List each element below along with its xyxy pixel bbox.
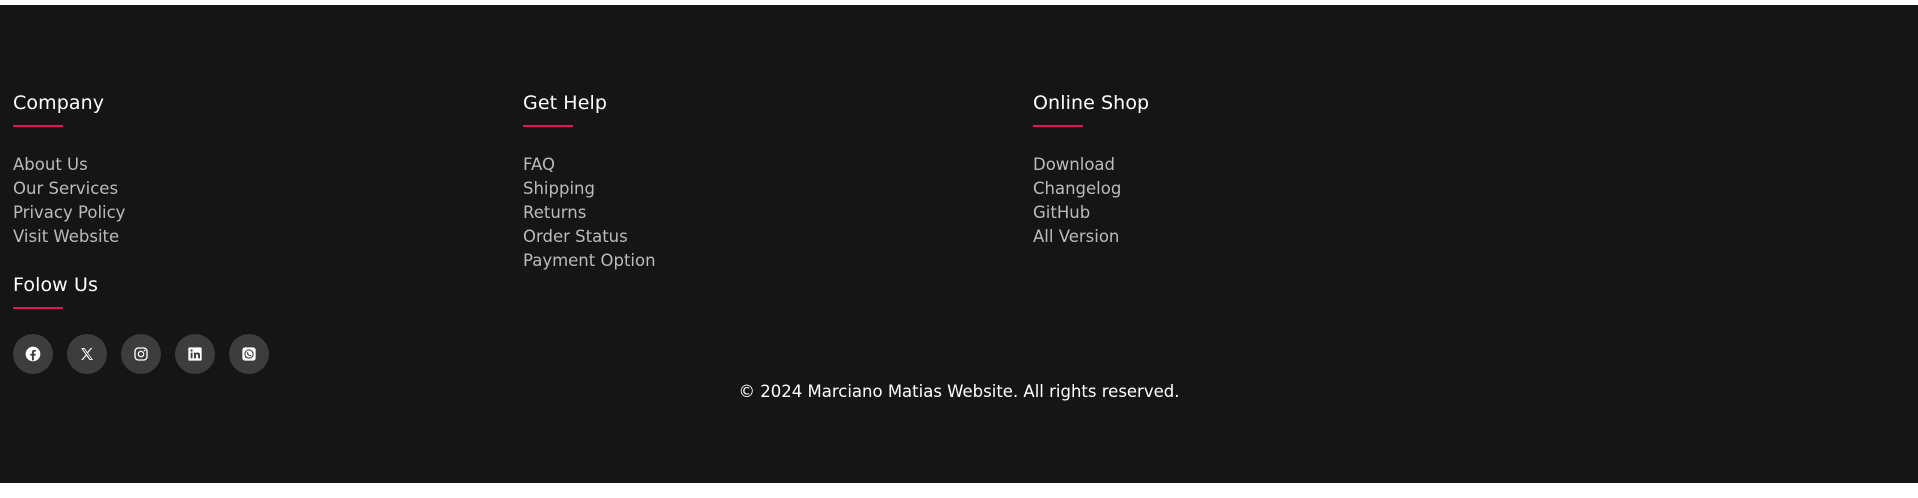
- linkedin-button[interactable]: [175, 334, 215, 374]
- online-shop-heading: Online Shop: [1033, 92, 1150, 114]
- footer-column-online-shop: Online Shop Download Changelog GitHub Al…: [1033, 89, 1533, 249]
- instagram-icon: [134, 347, 148, 361]
- footer-link-our-services[interactable]: Our Services: [13, 177, 513, 201]
- copyright-text: © 2024 Marciano Matias Website. All righ…: [738, 382, 1180, 401]
- heading-underline: [13, 307, 63, 309]
- instagram-button[interactable]: [121, 334, 161, 374]
- footer-link-shipping[interactable]: Shipping: [523, 177, 1023, 201]
- heading-underline: [13, 125, 63, 127]
- site-footer: Company About Us Our Services Privacy Po…: [0, 5, 1918, 483]
- heading-underline: [1033, 125, 1083, 127]
- whatsapp-button[interactable]: [229, 334, 269, 374]
- footer-link-download[interactable]: Download: [1033, 153, 1533, 177]
- company-heading: Company: [13, 92, 105, 114]
- get-help-links: FAQ Shipping Returns Order Status Paymen…: [523, 153, 1023, 273]
- company-links: About Us Our Services Privacy Policy Vis…: [13, 153, 513, 249]
- footer-link-faq[interactable]: FAQ: [523, 153, 1023, 177]
- footer-link-returns[interactable]: Returns: [523, 201, 1023, 225]
- whatsapp-icon: [242, 347, 256, 361]
- footer-column-get-help: Get Help FAQ Shipping Returns Order Stat…: [523, 89, 1023, 273]
- social-links: [13, 334, 269, 374]
- x-icon: [81, 348, 93, 360]
- footer-link-visit-website[interactable]: Visit Website: [13, 225, 513, 249]
- footer-link-payment-option[interactable]: Payment Option: [523, 249, 1023, 273]
- footer-column-company: Company About Us Our Services Privacy Po…: [13, 89, 513, 249]
- facebook-icon: [25, 346, 41, 362]
- get-help-heading: Get Help: [523, 92, 608, 114]
- heading-underline: [523, 125, 573, 127]
- footer-link-changelog[interactable]: Changelog: [1033, 177, 1533, 201]
- footer-link-all-version[interactable]: All Version: [1033, 225, 1533, 249]
- footer-link-github[interactable]: GitHub: [1033, 201, 1533, 225]
- footer-link-about-us[interactable]: About Us: [13, 153, 513, 177]
- linkedin-icon: [188, 347, 202, 361]
- online-shop-links: Download Changelog GitHub All Version: [1033, 153, 1533, 249]
- footer-link-order-status[interactable]: Order Status: [523, 225, 1023, 249]
- x-button[interactable]: [67, 334, 107, 374]
- follow-us-section: Folow Us: [13, 271, 98, 309]
- footer-link-privacy-policy[interactable]: Privacy Policy: [13, 201, 513, 225]
- facebook-button[interactable]: [13, 334, 53, 374]
- follow-us-heading: Folow Us: [13, 274, 98, 296]
